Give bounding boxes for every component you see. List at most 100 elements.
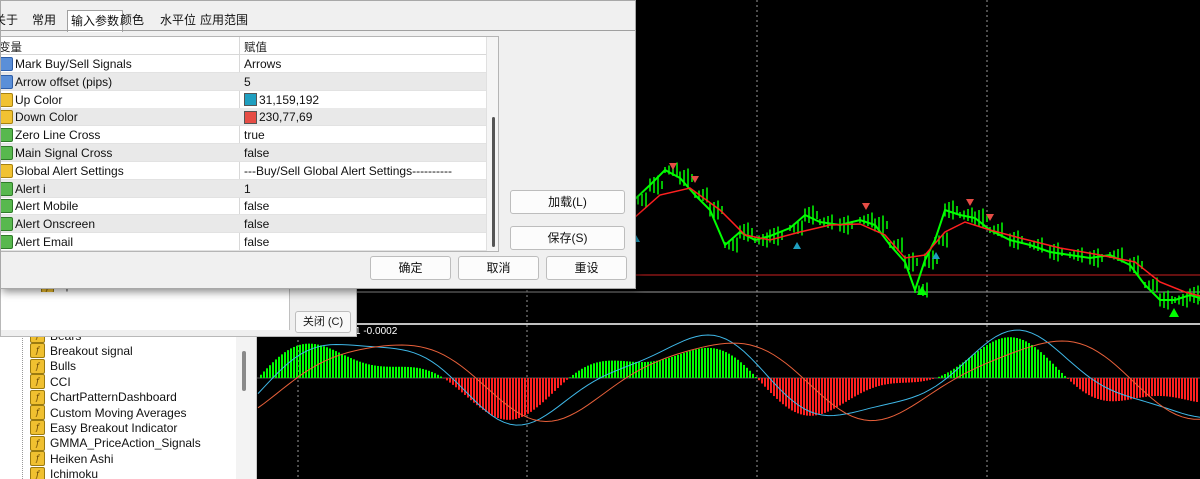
input-value[interactable]: Arrows [244, 57, 281, 71]
navigator-item[interactable]: f Breakout signal [30, 343, 133, 359]
indicator-icon: f [30, 389, 45, 405]
input-value[interactable]: 230,77,69 [244, 110, 312, 124]
indicator-icon: f [30, 374, 45, 390]
zero-cross-arrow-icon [1169, 308, 1179, 317]
cancel-button[interactable]: 取消 [458, 256, 539, 280]
header-variable[interactable]: 变量 [1, 39, 22, 55]
navigator-item-label: Ichimoku [50, 467, 99, 479]
color-icon [1, 92, 13, 107]
price-candles [633, 168, 1200, 301]
navigator-item[interactable]: f ChartPatternDashboard [30, 389, 177, 405]
navigator-item[interactable]: f Heiken Ashi [30, 451, 113, 467]
indicator-icon: f [30, 405, 45, 420]
input-name: Alert Mobile [15, 199, 79, 214]
input-row[interactable]: Mark Buy/Sell Signals Arrows [1, 55, 486, 73]
bool-icon [1, 181, 13, 196]
input-name: Down Color [15, 110, 78, 125]
navigator-item-label: ChartPatternDashboard [50, 390, 177, 405]
input-row[interactable]: Alert Onscreen false [1, 215, 486, 234]
input-row[interactable]: Down Color 230,77,69 [1, 108, 486, 127]
navigator-item[interactable]: f Easy Breakout Indicator [30, 420, 177, 436]
indicator-icon: f [30, 466, 45, 479]
tab-levels[interactable]: 水平位 [157, 10, 199, 30]
navigator-item[interactable]: f Bulls [30, 358, 77, 374]
input-value[interactable]: 31,159,192 [244, 93, 319, 107]
save-button[interactable]: 保存(S) [510, 226, 625, 250]
input-name: Zero Line Cross [15, 128, 101, 143]
color-icon [1, 163, 13, 178]
ok-button[interactable]: 确定 [370, 256, 451, 280]
input-name: Up Color [15, 92, 63, 107]
reset-button[interactable]: 重设 [546, 256, 627, 280]
input-value[interactable]: 5 [244, 75, 251, 89]
tab-inputs[interactable]: 输入参数 [67, 10, 124, 32]
tab-colors[interactable]: 颜色 [117, 10, 147, 30]
grid-scroll-thumb[interactable] [492, 117, 495, 247]
bool-icon [1, 217, 13, 232]
grid-header: 变量 赋值 [1, 37, 486, 55]
tab-about[interactable]: 关于 [0, 10, 21, 30]
navigator-scrollbar[interactable] [238, 336, 254, 479]
navigator-item[interactable]: f Custom Moving Averages [30, 405, 187, 420]
indicator-tree[interactable]: fBearsfBreakout signalfBullsfCCIfChartPa… [0, 336, 236, 479]
navigator-item[interactable]: f GMMA_PriceAction_Signals [30, 435, 201, 451]
input-value-text: true [244, 128, 265, 143]
navigator-item-label: Custom Moving Averages [50, 405, 187, 420]
bool-icon [1, 199, 13, 214]
input-row[interactable]: Arrow offset (pips) 5 [1, 72, 486, 91]
navigator-item-label: GMMA_PriceAction_Signals [50, 436, 201, 451]
color-swatch[interactable] [244, 93, 257, 107]
sell-arrow-icon [862, 203, 870, 210]
tree-guide-line [22, 336, 23, 479]
close-button[interactable]: 关闭 (C) [295, 311, 351, 333]
indicator-properties-dialog: 关于 常用 输入参数 颜色 水平位 应用范围 变量 赋值 Mark Buy/Se… [0, 0, 636, 289]
tab-visualization[interactable]: 应用范围 [197, 10, 251, 30]
input-value[interactable]: ---Buy/Sell Global Alert Settings-------… [244, 164, 452, 178]
input-value-text: 31,159,192 [259, 92, 320, 107]
bool-icon [1, 235, 13, 249]
navigator-item[interactable]: fBears [30, 336, 81, 343]
input-value[interactable]: 1 [244, 182, 251, 196]
input-value[interactable]: false [244, 199, 269, 213]
load-button[interactable]: 加载(L) [510, 190, 625, 214]
navigator-item[interactable]: f Ichimoku [30, 466, 99, 479]
input-name: Global Alert Settings [15, 163, 124, 178]
indicator-icon: f [30, 358, 45, 374]
grid-scrollbar[interactable] [486, 37, 498, 251]
input-value[interactable]: false [244, 235, 269, 249]
input-value-text: 1 [244, 181, 251, 196]
number-icon [1, 57, 13, 71]
input-value-text: false [244, 217, 270, 232]
input-row[interactable]: Zero Line Cross true [1, 126, 486, 145]
indicator-icon: f [30, 420, 45, 436]
tab-divider [1, 30, 635, 31]
input-row[interactable]: Alert Mobile false [1, 197, 486, 216]
input-value[interactable]: false [244, 146, 269, 160]
input-value-text: 230,77,69 [259, 110, 313, 125]
input-row[interactable]: Up Color 31,159,192 [1, 91, 486, 109]
navigator-item[interactable]: f CCI [30, 374, 71, 390]
input-name: Arrow offset (pips) [15, 74, 113, 89]
indicator-value-label: 1 -0.0002 [355, 326, 398, 337]
input-value[interactable]: false [244, 217, 269, 231]
input-row[interactable]: Main Signal Cross false [1, 144, 486, 162]
input-name: Alert Onscreen [15, 217, 96, 232]
sell-arrow-icon [966, 199, 974, 206]
moving-average-line [633, 187, 1200, 297]
sell-arrow-icon [669, 163, 677, 170]
header-value[interactable]: 赋值 [244, 39, 267, 55]
navigator-item-label: Breakout signal [50, 343, 133, 358]
input-row[interactable]: Global Alert Settings ---Buy/Sell Global … [1, 162, 486, 180]
navigator-scroll-thumb[interactable] [242, 351, 246, 391]
inputs-grid[interactable]: 变量 赋值 Mark Buy/Sell Signals Arrows Arrow o… [1, 36, 499, 252]
tab-common[interactable]: 常用 [29, 10, 59, 30]
input-value[interactable]: true [244, 128, 265, 142]
input-row[interactable]: Alert Email false [1, 233, 486, 251]
color-swatch[interactable] [244, 110, 257, 124]
input-row[interactable]: Alert i 1 [1, 179, 486, 198]
input-name: Alert Email [15, 235, 74, 249]
input-value-text: false [244, 146, 270, 160]
indicator-icon: f [30, 343, 45, 359]
input-value-text: 5 [244, 74, 251, 89]
navigator-item-label: Bulls [50, 359, 77, 374]
